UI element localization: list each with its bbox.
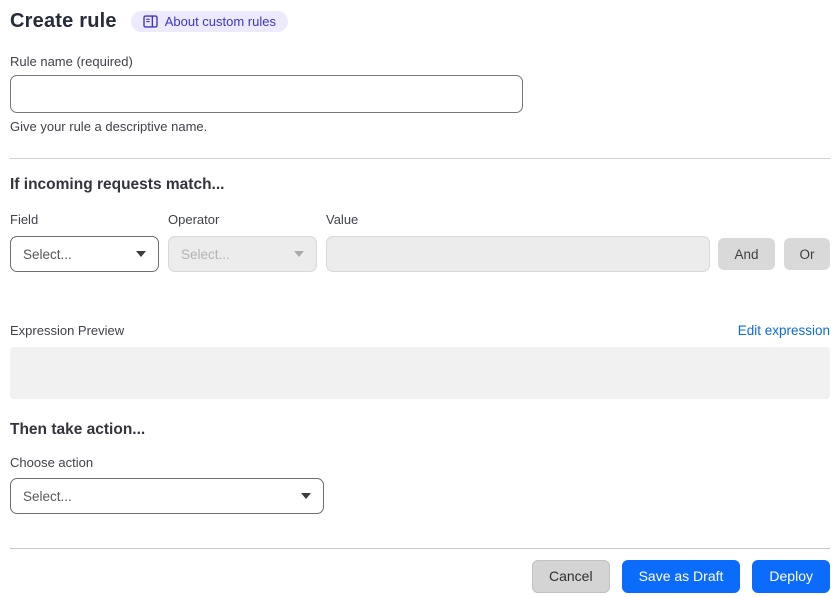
and-button[interactable]: And xyxy=(718,238,775,270)
or-button[interactable]: Or xyxy=(784,238,830,270)
match-condition-row: Field Select... Operator Select... Value… xyxy=(10,212,830,272)
book-icon xyxy=(143,15,158,28)
operator-column: Operator Select... xyxy=(168,212,317,272)
value-input[interactable] xyxy=(326,236,710,272)
edit-expression-link[interactable]: Edit expression xyxy=(738,323,830,338)
footer-divider xyxy=(10,548,830,549)
rule-name-label: Rule name (required) xyxy=(10,54,133,69)
field-column: Field Select... xyxy=(10,212,159,272)
field-label: Field xyxy=(10,212,39,227)
page-header: Create rule About custom rules xyxy=(10,10,830,33)
page-title: Create rule xyxy=(10,10,117,32)
badge-label: About custom rules xyxy=(164,14,276,29)
expression-preview-header: Expression Preview Edit expression xyxy=(10,323,830,338)
operator-select-value: Select... xyxy=(181,246,230,262)
chevron-down-icon xyxy=(301,493,311,499)
expression-preview-label: Expression Preview xyxy=(10,323,125,338)
rule-name-input[interactable] xyxy=(10,75,523,113)
operator-select[interactable]: Select... xyxy=(168,236,317,272)
action-section-heading: Then take action... xyxy=(10,421,146,438)
action-select-value: Select... xyxy=(23,488,72,504)
deploy-button[interactable]: Deploy xyxy=(752,560,830,593)
action-select[interactable]: Select... xyxy=(10,478,324,514)
choose-action-label: Choose action xyxy=(10,455,94,470)
save-as-draft-button[interactable]: Save as Draft xyxy=(621,560,741,593)
about-custom-rules-badge[interactable]: About custom rules xyxy=(130,11,288,32)
operator-label: Operator xyxy=(168,212,220,227)
value-column: Value xyxy=(326,212,710,272)
match-section-heading: If incoming requests match... xyxy=(10,176,225,193)
field-select[interactable]: Select... xyxy=(10,236,159,272)
chevron-down-icon xyxy=(294,251,304,257)
cancel-button[interactable]: Cancel xyxy=(531,560,610,593)
expression-preview-box xyxy=(10,347,830,399)
field-select-value: Select... xyxy=(23,246,72,262)
create-rule-page: Create rule About custom rules Rule name… xyxy=(0,0,839,593)
footer-actions: Cancel Save as Draft Deploy xyxy=(10,560,830,593)
divider xyxy=(10,158,830,159)
chevron-down-icon xyxy=(136,251,146,257)
rule-name-helper: Give your rule a descriptive name. xyxy=(10,119,208,134)
value-label: Value xyxy=(326,212,359,227)
